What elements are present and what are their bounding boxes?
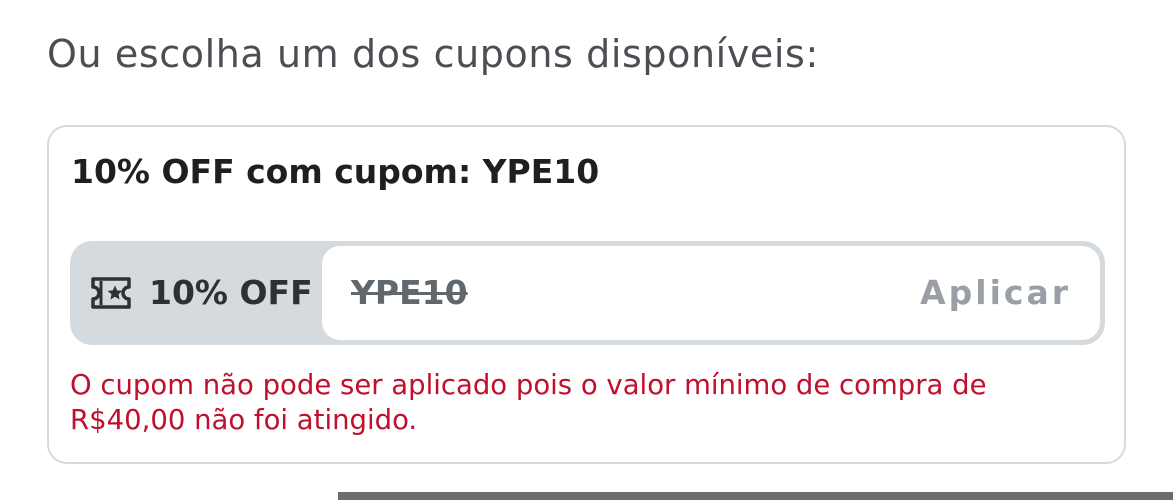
coupon-error-message: O cupom não pode ser aplicado pois o val… xyxy=(70,369,987,436)
coupon-card: 10% OFF com cupom: YPE10 10% OFF YPE10 A… xyxy=(47,125,1126,464)
coupon-title: 10% OFF com cupom: YPE10 xyxy=(71,152,600,191)
discount-pill: 10% OFF xyxy=(70,241,322,345)
coupon-row: 10% OFF YPE10 Aplicar xyxy=(70,241,1105,345)
coupons-screen: Ou escolha um dos cupons disponíveis: 10… xyxy=(0,0,1173,500)
apply-coupon-button[interactable]: Aplicar xyxy=(920,271,1071,315)
section-heading: Ou escolha um dos cupons disponíveis: xyxy=(47,32,819,76)
ticket-star-icon xyxy=(89,273,133,313)
coupon-code-field: YPE10 Aplicar xyxy=(322,246,1100,340)
discount-label: 10% OFF xyxy=(149,273,313,312)
bottom-bar xyxy=(338,492,1173,500)
coupon-code: YPE10 xyxy=(351,273,468,312)
